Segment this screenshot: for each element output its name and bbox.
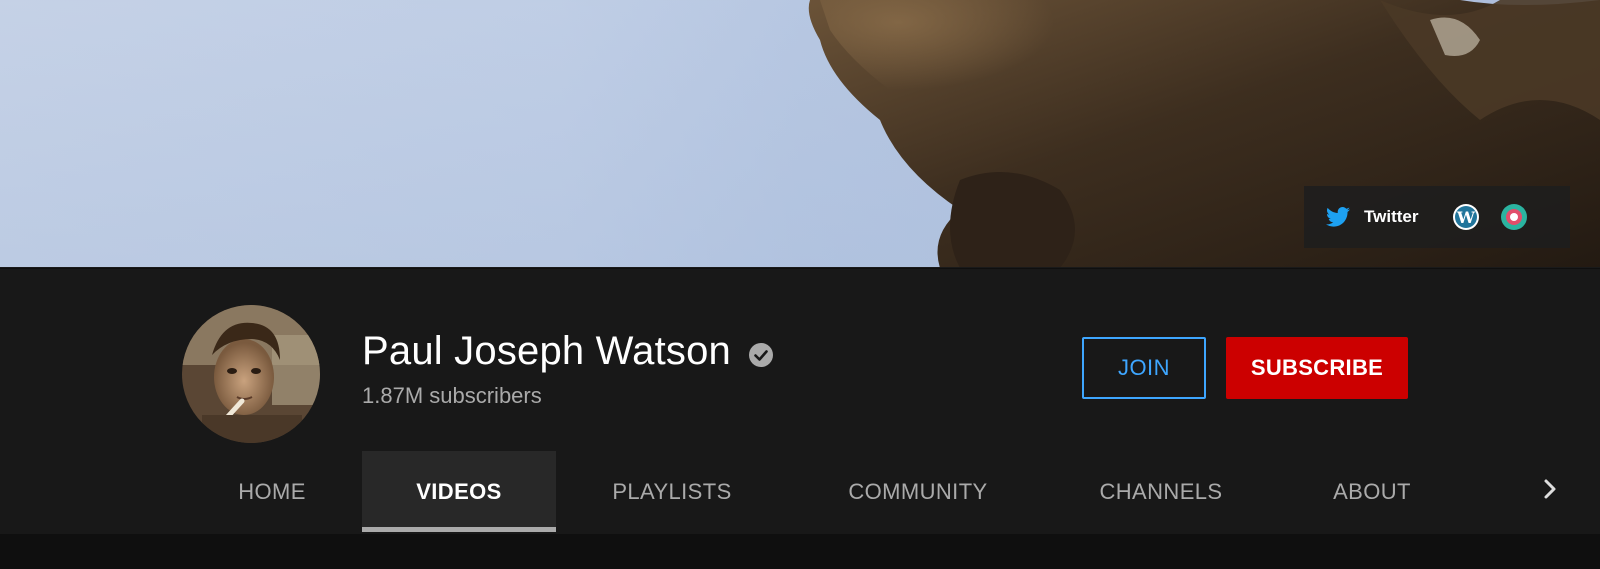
page-content-area [0, 534, 1600, 569]
channel-name: Paul Joseph Watson [362, 329, 731, 373]
banner-links: Twitter W [1304, 186, 1570, 248]
tab-community[interactable]: COMMUNITY [820, 451, 1016, 532]
channel-avatar[interactable] [182, 305, 320, 443]
tab-home[interactable]: HOME [200, 451, 344, 532]
subscribe-button[interactable]: SUBSCRIBE [1226, 337, 1408, 399]
tab-channels[interactable]: CHANNELS [1066, 451, 1256, 532]
chevron-right-icon [1542, 477, 1558, 506]
channel-title: Paul Joseph Watson [362, 329, 773, 374]
svg-text:W: W [1456, 208, 1476, 227]
channel-banner: Twitter W [0, 0, 1600, 268]
tab-videos[interactable]: VIDEOS [362, 451, 556, 532]
subscriber-count: 1.87M subscribers [362, 383, 542, 408]
join-button[interactable]: JOIN [1082, 337, 1206, 399]
tab-playlists[interactable]: PLAYLISTS [580, 451, 764, 532]
tab-about[interactable]: ABOUT [1300, 451, 1444, 532]
bitchute-icon[interactable] [1500, 203, 1528, 231]
twitter-link-label: Twitter [1364, 207, 1419, 226]
twitter-icon [1324, 203, 1352, 231]
channel-tabs: HOME VIDEOS PLAYLISTS COMMUNITY CHANNELS… [0, 451, 1600, 532]
check-circle-icon [749, 342, 773, 367]
wordpress-icon[interactable]: W [1452, 203, 1480, 231]
twitter-link[interactable]: Twitter [1324, 203, 1418, 231]
tabs-next-button[interactable] [1530, 451, 1570, 532]
